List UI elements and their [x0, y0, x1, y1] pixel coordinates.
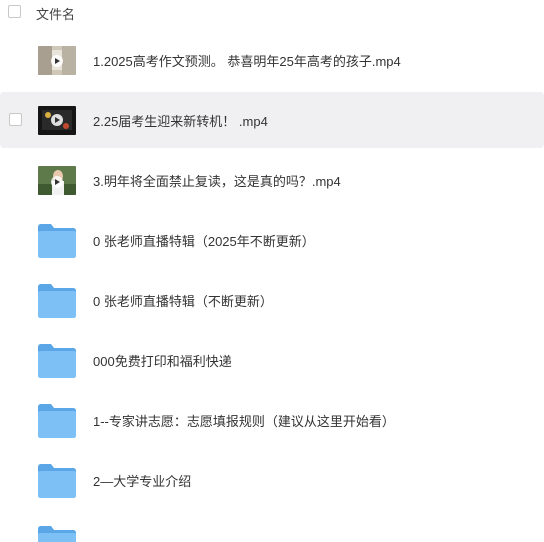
row-checkbox[interactable] — [9, 113, 22, 126]
list-item-video-1[interactable]: 1.2025高考作文预测。 恭喜明年25年高考的孩子.mp4 — [0, 32, 544, 88]
list-item-folder-5[interactable]: 2—大学专业介绍 — [0, 452, 544, 508]
list-item-folder-6-partial[interactable] — [0, 512, 544, 542]
folder-icon — [38, 284, 76, 318]
select-all-checkbox[interactable] — [8, 5, 21, 18]
list-item-video-2[interactable]: 2.25届考生迎来新转机！ .mp4 — [0, 92, 544, 148]
file-name: 0 张老师直播特辑（不断更新） — [93, 294, 273, 309]
video-thumbnail — [38, 46, 76, 75]
file-list-header: 文件名 — [0, 0, 544, 26]
folder-icon — [38, 526, 76, 542]
video-thumbnail — [38, 166, 76, 195]
file-name: 000免费打印和福利快递 — [93, 354, 232, 369]
file-name: 0 张老师直播特辑（2025年不断更新） — [93, 234, 315, 249]
file-name: 1.2025高考作文预测。 恭喜明年25年高考的孩子.mp4 — [93, 54, 401, 69]
video-thumbnail — [38, 106, 76, 135]
folder-icon — [38, 224, 76, 258]
file-name: 2—大学专业介绍 — [93, 474, 192, 489]
list-item-folder-2[interactable]: 0 张老师直播特辑（不断更新） — [0, 272, 544, 328]
file-name: 3.明年将全面禁止复读，这是真的吗？.mp4 — [93, 174, 341, 189]
list-item-folder-3[interactable]: 000免费打印和福利快递 — [0, 332, 544, 388]
folder-icon — [38, 404, 76, 438]
folder-icon — [38, 464, 76, 498]
list-item-folder-1[interactable]: 0 张老师直播特辑（2025年不断更新） — [0, 212, 544, 268]
file-name: 1--专家讲志愿：志愿填报规则（建议从这里开始看） — [93, 414, 395, 429]
list-item-folder-4[interactable]: 1--专家讲志愿：志愿填报规则（建议从这里开始看） — [0, 392, 544, 448]
filename-column-header[interactable]: 文件名 — [36, 4, 75, 23]
list-item-video-3[interactable]: 3.明年将全面禁止复读，这是真的吗？.mp4 — [0, 152, 544, 208]
folder-icon — [38, 344, 76, 378]
file-name: 2.25届考生迎来新转机！ .mp4 — [93, 114, 268, 129]
